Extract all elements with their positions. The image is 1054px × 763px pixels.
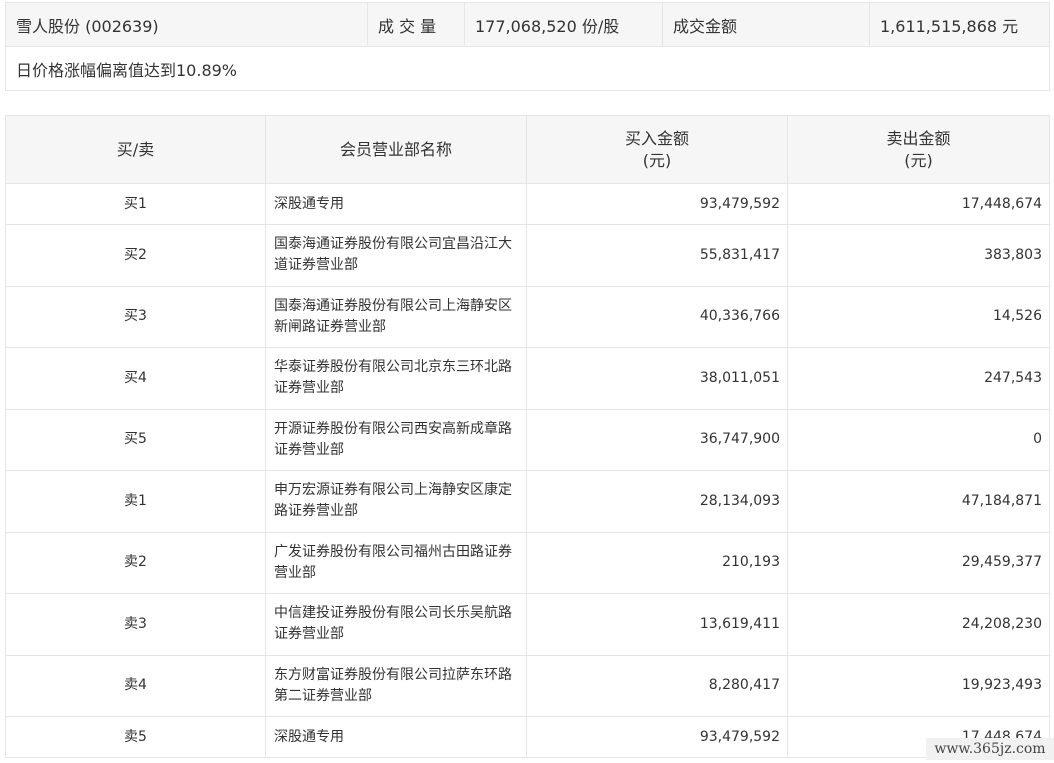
table-row: 卖1 申万宏源证券有限公司上海静安区康定路证券营业部 28,134,093 47… <box>5 470 1050 533</box>
volume-label: 成 交 量 <box>367 2 465 47</box>
cell-side: 买1 <box>5 183 266 225</box>
header-sell-label: 卖出金额 <box>886 128 951 148</box>
table-row: 卖3 中信建投证券股份有限公司长乐吴航路证券营业部 13,619,411 24,… <box>5 593 1050 656</box>
amount-label: 成交金额 <box>662 2 870 47</box>
table-row: 买1 深股通专用 93,479,592 17,448,674 <box>5 183 1050 225</box>
cell-side: 卖3 <box>5 593 266 656</box>
cell-buy-amount: 55,831,417 <box>526 224 788 287</box>
stock-info-row: 雪人股份 (002639) 成 交 量 177,068,520 份/股 成交金额… <box>5 2 1050 47</box>
trading-department-table: 买/卖 会员营业部名称 买入金额 (元) 卖出金额 (元) 买1 深股通专用 93,… <box>5 115 1050 758</box>
cell-department-name: 华泰证券股份有限公司北京东三环北路证券营业部 <box>265 347 527 410</box>
volume-value: 177,068,520 份/股 <box>464 2 663 47</box>
table-row: 卖2 广发证券股份有限公司福州古田路证券营业部 210,193 29,459,3… <box>5 531 1050 594</box>
cell-buy-amount: 8,280,417 <box>526 654 788 717</box>
header-buy-label: 买入金额 <box>624 128 689 148</box>
table-row: 买4 华泰证券股份有限公司北京东三环北路证券营业部 38,011,051 247… <box>5 347 1050 410</box>
cell-sell-amount: 14,526 <box>787 285 1050 348</box>
table-row: 卖5 深股通专用 93,479,592 17,448,674 <box>5 716 1050 758</box>
cell-sell-amount: 29,459,377 <box>787 531 1050 594</box>
header-sell-amount: 卖出金额 (元) <box>787 115 1050 184</box>
cell-department-name: 深股通专用 <box>265 716 527 758</box>
cell-sell-amount: 24,208,230 <box>787 593 1050 656</box>
cell-buy-amount: 13,619,411 <box>526 593 788 656</box>
table-header-row: 买/卖 会员营业部名称 买入金额 (元) 卖出金额 (元) <box>5 115 1050 184</box>
table-row: 卖4 东方财富证券股份有限公司拉萨东环路第二证券营业部 8,280,417 19… <box>5 654 1050 717</box>
cell-sell-amount: 0 <box>787 408 1050 471</box>
cell-side: 买2 <box>5 224 266 287</box>
cell-side: 卖5 <box>5 716 266 758</box>
cell-department-name: 广发证券股份有限公司福州古田路证券营业部 <box>265 531 527 594</box>
site-watermark: www.365jz.com <box>926 738 1054 760</box>
table-row: 买2 国泰海通证券股份有限公司宜昌沿江大道证券营业部 55,831,417 38… <box>5 224 1050 287</box>
cell-buy-amount: 38,011,051 <box>526 347 788 410</box>
cell-sell-amount: 17,448,674 <box>787 183 1050 225</box>
cell-sell-amount: 47,184,871 <box>787 470 1050 533</box>
cell-buy-amount: 93,479,592 <box>526 716 788 758</box>
cell-buy-amount: 93,479,592 <box>526 183 788 225</box>
cell-buy-amount: 210,193 <box>526 531 788 594</box>
cell-department-name: 中信建投证券股份有限公司长乐吴航路证券营业部 <box>265 593 527 656</box>
cell-sell-amount: 19,923,493 <box>787 654 1050 717</box>
header-side: 买/卖 <box>5 115 266 184</box>
cell-side: 买4 <box>5 347 266 410</box>
stock-info-table: 雪人股份 (002639) 成 交 量 177,068,520 份/股 成交金额… <box>5 2 1050 91</box>
cell-buy-amount: 40,336,766 <box>526 285 788 348</box>
header-buy-unit: (元) <box>642 150 672 170</box>
cell-sell-amount: 383,803 <box>787 224 1050 287</box>
cell-side: 买5 <box>5 408 266 471</box>
cell-buy-amount: 36,747,900 <box>526 408 788 471</box>
cell-sell-amount: 247,543 <box>787 347 1050 410</box>
reason-row: 日价格涨幅偏离值达到10.89% <box>5 46 1050 91</box>
cell-buy-amount: 28,134,093 <box>526 470 788 533</box>
cell-side: 卖1 <box>5 470 266 533</box>
cell-department-name: 申万宏源证券有限公司上海静安区康定路证券营业部 <box>265 470 527 533</box>
cell-department-name: 国泰海通证券股份有限公司宜昌沿江大道证券营业部 <box>265 224 527 287</box>
cell-side: 卖2 <box>5 531 266 594</box>
amount-value: 1,611,515,868 元 <box>869 2 1050 47</box>
header-department-name: 会员营业部名称 <box>265 115 527 184</box>
listing-reason: 日价格涨幅偏离值达到10.89% <box>5 46 1050 91</box>
cell-department-name: 深股通专用 <box>265 183 527 225</box>
header-buy-amount: 买入金额 (元) <box>526 115 788 184</box>
table-row: 买5 开源证券股份有限公司西安高新成章路证券营业部 36,747,900 0 <box>5 408 1050 471</box>
cell-side: 买3 <box>5 285 266 348</box>
header-sell-unit: (元) <box>904 150 933 170</box>
cell-department-name: 开源证券股份有限公司西安高新成章路证券营业部 <box>265 408 527 471</box>
cell-department-name: 东方财富证券股份有限公司拉萨东环路第二证券营业部 <box>265 654 527 717</box>
table-row: 买3 国泰海通证券股份有限公司上海静安区新闸路证券营业部 40,336,766 … <box>5 285 1050 348</box>
cell-department-name: 国泰海通证券股份有限公司上海静安区新闸路证券营业部 <box>265 285 527 348</box>
cell-side: 卖4 <box>5 654 266 717</box>
stock-name-code: 雪人股份 (002639) <box>5 2 368 47</box>
